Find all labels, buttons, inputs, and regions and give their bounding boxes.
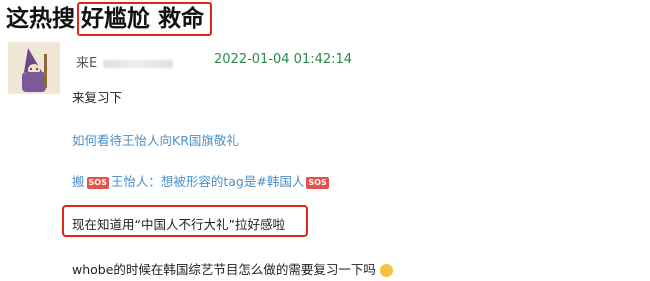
comment-line-1: 来复习下 [72, 90, 123, 105]
comment-link-topic[interactable]: 如何看待王怡人向KR国旗敬礼 [72, 130, 239, 149]
avatar-image [8, 42, 60, 94]
comment-link-repost[interactable]: 搬 SOS 王怡人：想被形容的tag是#韩国人 SOS [72, 171, 331, 190]
comment-line-4: 现在知道用“中国人不行大礼”拉好感啦 [72, 217, 285, 232]
comment-username[interactable]: 来E [76, 52, 174, 71]
sos-icon: SOS [306, 176, 329, 189]
sos-icon: SOS [86, 176, 109, 189]
grin-emoji-icon [379, 264, 393, 277]
comment-timestamp: 2022-01-04 01:42:14 [214, 52, 353, 67]
avatar[interactable] [8, 42, 60, 94]
post-headline: 这热搜 好尴尬 救命 [6, 2, 213, 36]
comment-line-5: whobe的时候在韩国综艺节目怎么做的需要复习一下吗 [72, 259, 393, 278]
headline-highlight: 好尴尬 救命 [77, 2, 213, 36]
redacted-name [103, 59, 174, 68]
headline-prefix: 这热搜 [6, 6, 75, 32]
